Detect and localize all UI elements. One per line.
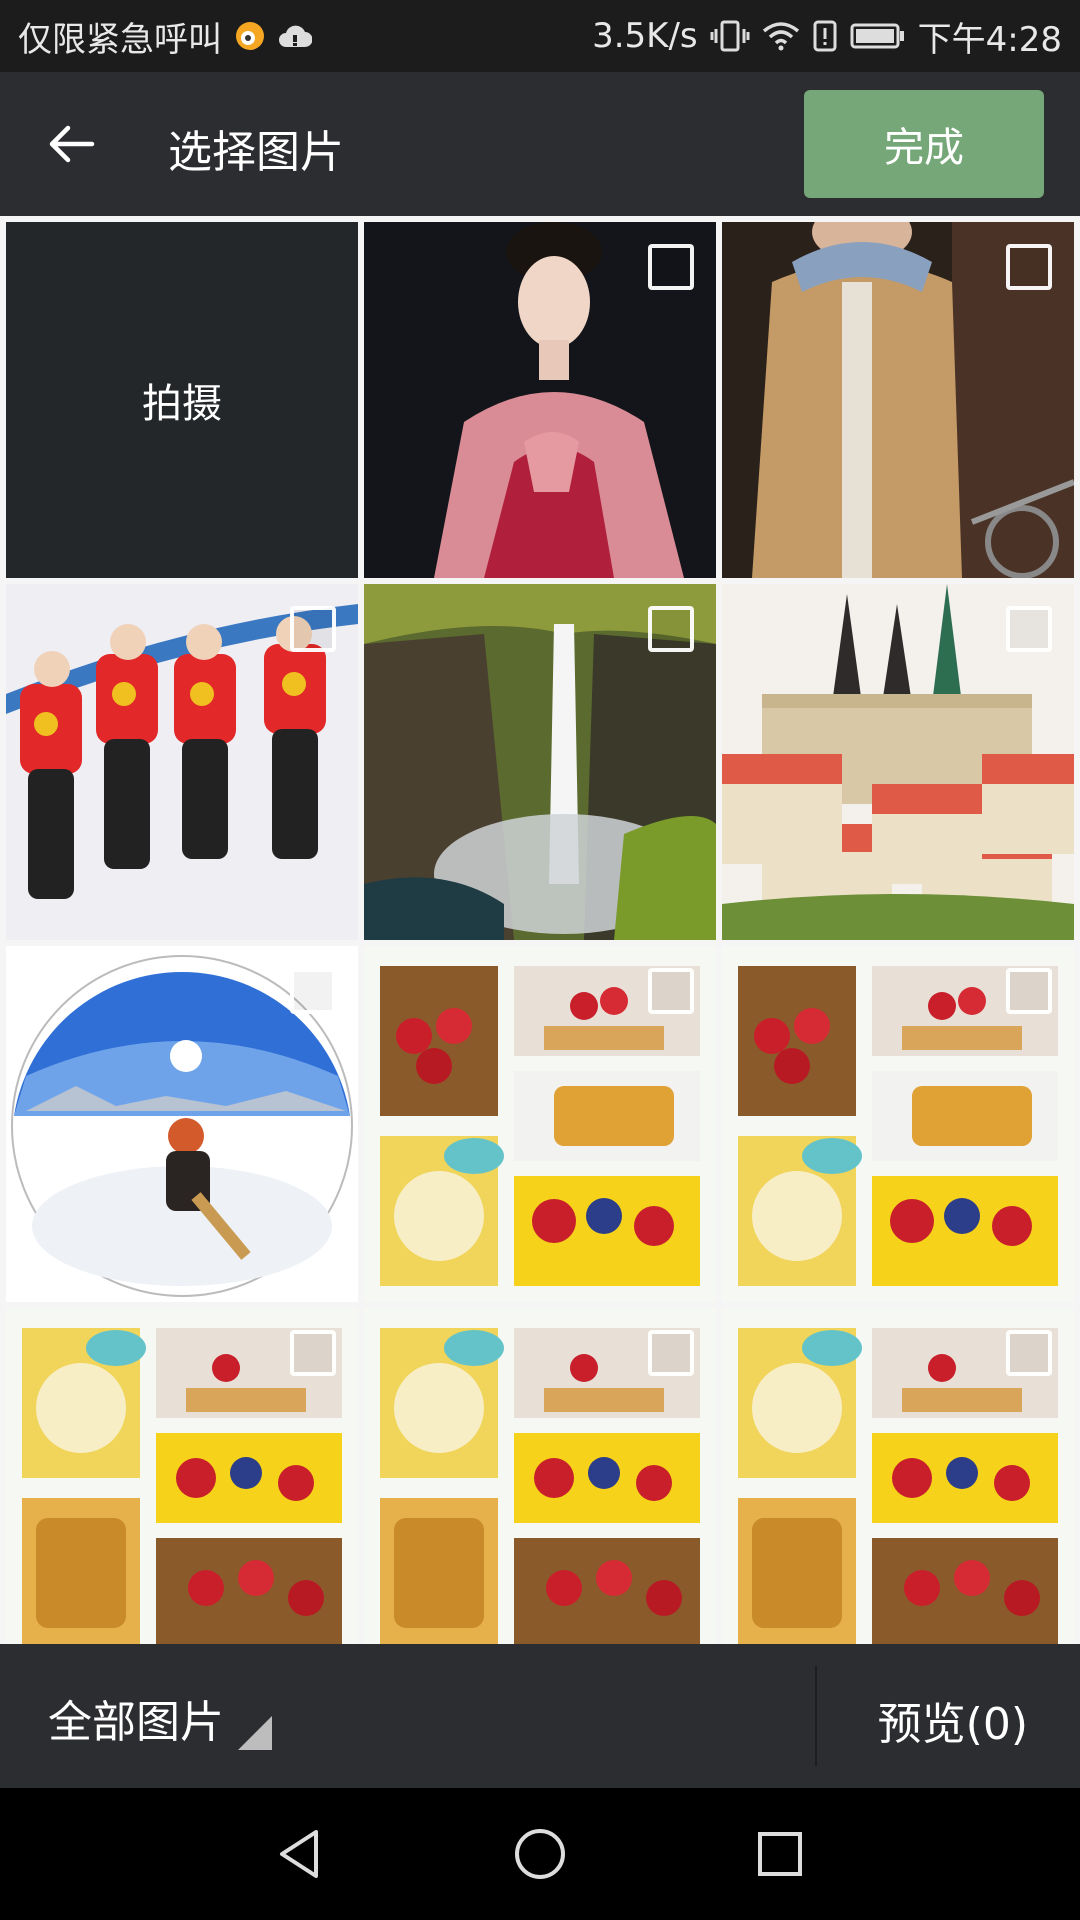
select-checkbox[interactable] bbox=[648, 1330, 694, 1376]
album-selector[interactable]: 全部图片 bbox=[48, 1686, 272, 1750]
divider bbox=[815, 1666, 817, 1766]
cloud-icon bbox=[278, 23, 312, 49]
select-checkbox[interactable] bbox=[1006, 1330, 1052, 1376]
recents-square-icon bbox=[758, 1832, 802, 1876]
photo-tile-speed-skaters[interactable] bbox=[6, 584, 358, 940]
photo-tile-food-collage[interactable] bbox=[364, 1308, 716, 1644]
photo-tile-waterfall[interactable] bbox=[364, 584, 716, 940]
status-right: 3.5K/s 下午4:28 bbox=[592, 12, 1062, 61]
carrier-text: 仅限紧急呼叫 bbox=[18, 19, 222, 60]
capture-label: 拍摄 bbox=[142, 381, 222, 427]
nav-recents-button[interactable] bbox=[744, 1818, 816, 1890]
wifi-icon bbox=[762, 21, 800, 51]
photo-tile-hanfu-woman[interactable] bbox=[364, 222, 716, 578]
dropdown-triangle-icon bbox=[238, 1716, 272, 1750]
arrow-left-icon bbox=[49, 125, 95, 163]
select-checkbox[interactable] bbox=[648, 606, 694, 652]
photo-tile-man-jacket[interactable] bbox=[722, 222, 1074, 578]
select-checkbox[interactable] bbox=[648, 968, 694, 1014]
photo-tile-food-collage[interactable] bbox=[364, 946, 716, 1302]
top-bar: 选择图片 完成 bbox=[0, 72, 1080, 216]
photo-tile-snow-fisheye[interactable] bbox=[6, 946, 358, 1302]
back-triangle-icon bbox=[280, 1830, 318, 1878]
album-label: 全部图片 bbox=[48, 1697, 224, 1748]
select-checkbox[interactable] bbox=[648, 244, 694, 290]
status-bar: 仅限紧急呼叫 3.5K/s 下午4:28 bbox=[0, 0, 1080, 72]
system-nav-bar bbox=[0, 1788, 1080, 1920]
select-checkbox[interactable] bbox=[290, 968, 336, 1014]
select-checkbox[interactable] bbox=[1006, 606, 1052, 652]
select-checkbox[interactable] bbox=[1006, 968, 1052, 1014]
weibo-icon bbox=[234, 20, 266, 52]
nav-home-button[interactable] bbox=[504, 1818, 576, 1890]
select-checkbox[interactable] bbox=[290, 606, 336, 652]
nav-back-button[interactable] bbox=[264, 1818, 336, 1890]
alert-icon bbox=[812, 19, 838, 53]
photo-grid: 拍摄 bbox=[0, 216, 1080, 1644]
back-button[interactable] bbox=[42, 114, 102, 174]
select-checkbox[interactable] bbox=[1006, 244, 1052, 290]
photo-tile-castle-city[interactable] bbox=[722, 584, 1074, 940]
capture-tile[interactable]: 拍摄 bbox=[6, 222, 358, 578]
battery-icon bbox=[850, 21, 906, 51]
select-checkbox[interactable] bbox=[290, 1330, 336, 1376]
photo-tile-food-collage[interactable] bbox=[722, 946, 1074, 1302]
network-speed: 3.5K/s bbox=[592, 16, 698, 56]
vibrate-icon bbox=[710, 19, 750, 53]
bottom-bar: 全部图片 预览(0) bbox=[0, 1644, 1080, 1788]
photo-tile-food-collage[interactable] bbox=[6, 1308, 358, 1644]
clock-text: 下午4:28 bbox=[917, 19, 1062, 60]
home-circle-icon bbox=[515, 1829, 565, 1879]
done-button[interactable]: 完成 bbox=[804, 90, 1044, 198]
photo-tile-food-collage[interactable] bbox=[722, 1308, 1074, 1644]
page-title: 选择图片 bbox=[168, 127, 344, 178]
preview-button[interactable]: 预览(0) bbox=[878, 1688, 1028, 1752]
status-left: 仅限紧急呼叫 bbox=[18, 12, 312, 61]
